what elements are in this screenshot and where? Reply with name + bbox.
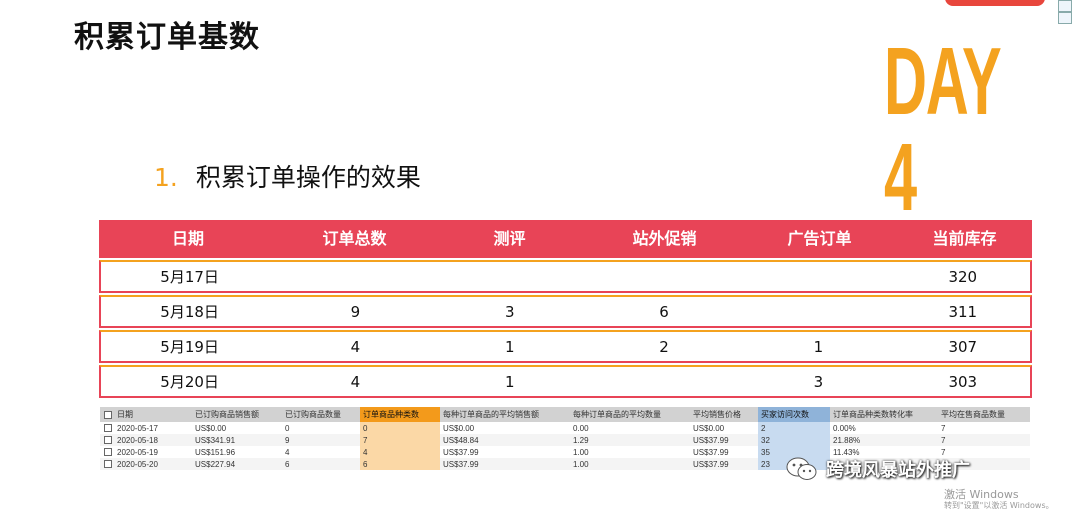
sheet-cell: US$0.00 xyxy=(443,423,475,433)
sheet-cell: 1.00 xyxy=(573,447,589,457)
activate-windows-hint: 转到"设置"以激活 Windows。 xyxy=(944,501,1054,510)
cell-total-orders: 9 xyxy=(350,302,361,321)
header-reviews: 测评 xyxy=(493,229,526,248)
cell-inventory: 311 xyxy=(948,302,978,321)
sheet-header-date[interactable]: 日期 xyxy=(114,407,192,422)
sheet-cell: 1.00 xyxy=(573,459,589,469)
sheet-cell: 7 xyxy=(360,434,440,446)
cell-offsite-promo: 2 xyxy=(659,337,669,356)
sheet-cell: 4 xyxy=(285,447,290,457)
sheet-header-conversion[interactable]: 订单商品种类数转化率 xyxy=(830,407,938,422)
wechat-watermark: 跨境风暴站外推广 xyxy=(786,456,970,482)
sheet-cell: US$37.99 xyxy=(693,435,729,445)
header-date: 日期 xyxy=(171,229,204,248)
row-checkbox[interactable] xyxy=(100,458,114,470)
sheet-cell: 0.00 xyxy=(573,423,589,433)
select-all-checkbox[interactable] xyxy=(100,407,114,422)
sheet-header-sales[interactable]: 已订购商品销售额 xyxy=(192,407,282,422)
decorative-corner-shape xyxy=(945,0,1045,6)
sheet-cell: 6 xyxy=(285,459,290,469)
sheet-cell: 0 xyxy=(285,423,290,433)
sheet-cell: US$341.91 xyxy=(195,435,236,445)
sheet-row: 2020-05-17 US$0.00 0 0 US$0.00 0.00 US$0… xyxy=(100,422,1030,434)
sheet-header-row: 日期 已订购商品销售额 已订购商品数量 订单商品种类数 每种订单商品的平均销售额… xyxy=(100,407,1030,422)
table-header: 日期 订单总数 测评 站外促销 广告订单 当前库存 xyxy=(99,220,1032,258)
header-inventory: 当前库存 xyxy=(932,229,997,248)
cell-total-orders: 4 xyxy=(350,372,361,391)
slide-title: 积累订单基数 xyxy=(74,20,260,55)
cell-date: 5月19日 xyxy=(160,338,219,356)
table-row: 5月18日 9 3 6 311 xyxy=(99,295,1032,328)
sheet-cell: 7 xyxy=(941,423,946,433)
wechat-icon xyxy=(786,457,817,480)
sheet-cell: 2 xyxy=(758,422,830,434)
sheet-cell: 0 xyxy=(360,422,440,434)
table-row: 5月20日 4 1 3 303 xyxy=(99,365,1032,398)
sheet-cell: 4 xyxy=(360,446,440,458)
sheet-row: 2020-05-18 US$341.91 9 7 US$48.84 1.29 U… xyxy=(100,434,1030,446)
section-heading-text: 积累订单操作的效果 xyxy=(195,163,421,192)
sheet-cell: US$37.99 xyxy=(443,459,479,469)
sheet-cell: 6 xyxy=(360,458,440,470)
row-checkbox[interactable] xyxy=(100,434,114,446)
cell-date: 5月20日 xyxy=(160,373,219,391)
window-icon[interactable] xyxy=(1058,0,1072,12)
sheet-cell: 9 xyxy=(285,435,290,445)
sheet-cell: US$151.96 xyxy=(195,447,236,457)
sheet-header-order-items[interactable]: 订单商品种类数 xyxy=(360,407,440,422)
cell-reviews: 1 xyxy=(504,372,515,391)
order-summary-table: 日期 订单总数 测评 站外促销 广告订单 当前库存 5月17日 320 5月18日 9 3… xyxy=(99,220,1032,398)
sheet-cell: US$0.00 xyxy=(693,423,725,433)
sheet-cell: 21.88% xyxy=(833,435,861,445)
sheet-cell: 2020-05-18 xyxy=(117,435,158,445)
sheet-cell: 7 xyxy=(941,435,946,445)
cell-offsite-promo: 6 xyxy=(659,302,669,321)
cell-inventory: 303 xyxy=(948,372,978,391)
sheet-cell: 1.29 xyxy=(573,435,589,445)
row-checkbox[interactable] xyxy=(100,422,114,434)
header-total-orders: 订单总数 xyxy=(322,229,387,248)
sheet-header-offers[interactable]: 平均在售商品数量 xyxy=(938,407,1030,422)
header-ad-orders: 广告订单 xyxy=(787,229,852,248)
cell-date: 5月17日 xyxy=(160,268,219,286)
sheet-cell: US$48.84 xyxy=(443,435,479,445)
cell-reviews: 1 xyxy=(504,337,515,356)
table-row: 5月19日 4 1 2 1 307 xyxy=(99,330,1032,363)
sheet-cell: US$37.99 xyxy=(693,459,729,469)
sheet-cell: 2020-05-20 xyxy=(117,459,158,469)
section-heading: 1. 积累订单操作的效果 xyxy=(154,158,421,194)
sheet-cell: US$0.00 xyxy=(195,423,227,433)
sheet-cell: 0.00% xyxy=(833,423,856,433)
header-offsite-promo: 站外促销 xyxy=(632,229,697,248)
window-icon[interactable] xyxy=(1058,12,1072,24)
cell-total-orders: 4 xyxy=(350,337,361,356)
sheet-cell: 2020-05-17 xyxy=(117,423,158,433)
wechat-account-name: 跨境风暴站外推广 xyxy=(826,460,970,481)
sheet-cell: 2020-05-19 xyxy=(117,447,158,457)
sheet-cell: US$37.99 xyxy=(443,447,479,457)
sheet-cell: US$227.94 xyxy=(195,459,236,469)
sheet-header-avg-sales[interactable]: 每种订单商品的平均销售额 xyxy=(440,407,570,422)
sheet-cell: US$37.99 xyxy=(693,447,729,457)
cell-inventory: 320 xyxy=(948,267,978,286)
cell-ad-orders: 1 xyxy=(813,337,824,356)
cell-ad-orders: 3 xyxy=(813,372,824,391)
table-row: 5月17日 320 xyxy=(99,260,1032,293)
day-badge: DAY 4 xyxy=(884,28,1001,231)
cell-inventory: 307 xyxy=(948,337,978,356)
cell-date: 5月18日 xyxy=(160,303,219,321)
row-checkbox[interactable] xyxy=(100,446,114,458)
cell-reviews: 3 xyxy=(504,302,515,321)
sheet-header-units[interactable]: 已订购商品数量 xyxy=(282,407,360,422)
sheet-header-avg-units[interactable]: 每种订单商品的平均数量 xyxy=(570,407,690,422)
section-number: 1. xyxy=(154,163,178,192)
sheet-header-avg-price[interactable]: 平均销售价格 xyxy=(690,407,758,422)
sheet-header-sessions[interactable]: 买家访问次数 xyxy=(758,407,830,422)
sheet-cell: 32 xyxy=(758,434,830,446)
